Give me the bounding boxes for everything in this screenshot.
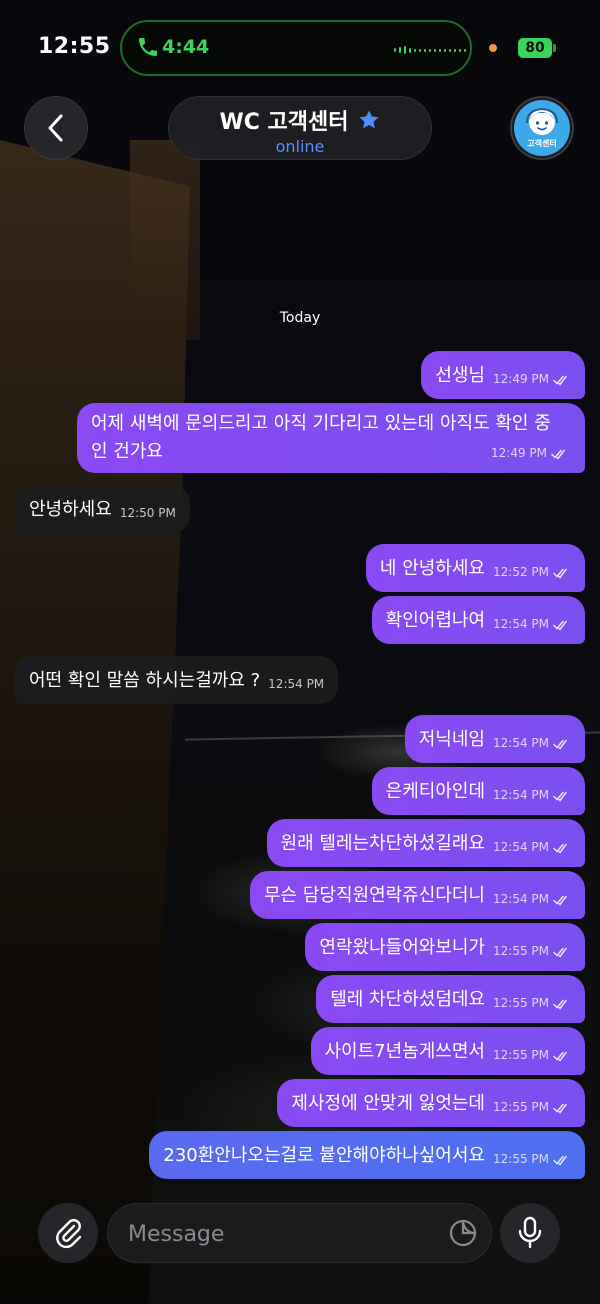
message-text: 무슨 담당직원연락쥬신다더니 bbox=[263, 885, 485, 906]
message-time: 12:54 PM bbox=[493, 610, 571, 638]
message-text: 제사정에 안맞게 잃엇는데 bbox=[291, 1093, 485, 1114]
back-button[interactable] bbox=[24, 96, 88, 160]
message-bubble[interactable]: 연락왔나들어와보니가 12:55 PM bbox=[305, 923, 585, 971]
message-bubble[interactable]: 제사정에 안맞게 잃엇는데 12:55 PM bbox=[277, 1079, 585, 1127]
read-checkmarks-icon bbox=[553, 1051, 567, 1062]
avatar[interactable]: 고객센터 bbox=[510, 96, 574, 160]
message-text: 확인어렵나여 bbox=[385, 610, 485, 631]
avatar-label: 고객센터 bbox=[527, 139, 557, 148]
message-time: 12:54 PM bbox=[493, 781, 571, 809]
message-bubble[interactable]: 확인어렵나여 12:54 PM bbox=[371, 596, 585, 644]
chat-title[interactable]: WC 고객센터 online bbox=[168, 96, 432, 160]
read-checkmarks-icon bbox=[553, 739, 567, 750]
microphone-icon bbox=[518, 1216, 542, 1249]
message-text: 230환안나오는걸로 븉안해야하나싶어서요 bbox=[163, 1145, 485, 1166]
active-call-indicator[interactable]: 4:44 bbox=[120, 20, 472, 76]
message-bubble[interactable]: 무슨 담당직원연락쥬신다더니 12:54 PM bbox=[249, 871, 585, 919]
message-time: 12:49 PM bbox=[491, 439, 569, 467]
paperclip-icon bbox=[56, 1219, 82, 1249]
read-checkmarks-icon bbox=[553, 999, 567, 1010]
message-time: 12:55 PM bbox=[493, 989, 571, 1017]
message-bubble[interactable]: 어떤 확인 말씀 하시는걸까요 ? 12:54 PM bbox=[15, 656, 339, 704]
message-text: 사이트7년놈게쓰면서 bbox=[324, 1041, 486, 1062]
date-separator: Today bbox=[279, 310, 321, 326]
message-bubble[interactable]: 사이트7년놈게쓰면서 12:55 PM bbox=[310, 1027, 585, 1075]
message-text: 은케티아인데 bbox=[385, 781, 485, 802]
voice-message-button[interactable] bbox=[500, 1203, 560, 1263]
sticker-icon[interactable] bbox=[448, 1218, 478, 1248]
read-checkmarks-icon bbox=[553, 1103, 567, 1114]
message-time: 12:55 PM bbox=[493, 1093, 571, 1121]
message-time: 12:55 PM bbox=[493, 1145, 571, 1173]
message-bubble[interactable]: 저닉네임 12:54 PM bbox=[404, 715, 585, 763]
read-checkmarks-icon bbox=[551, 449, 565, 460]
read-checkmarks-icon bbox=[553, 1155, 567, 1166]
message-time: 12:54 PM bbox=[493, 885, 571, 913]
read-checkmarks-icon bbox=[553, 568, 567, 579]
message-text: 연락왔나들어와보니가 bbox=[319, 937, 485, 958]
message-bubble[interactable]: 은케티아인데 12:54 PM bbox=[371, 767, 585, 815]
read-checkmarks-icon bbox=[553, 791, 567, 802]
message-input[interactable] bbox=[126, 1216, 430, 1252]
clock: 12:55 bbox=[38, 34, 111, 59]
chevron-left-icon bbox=[48, 114, 63, 142]
message-time: 12:54 PM bbox=[493, 833, 571, 861]
message-text: 선생님 bbox=[435, 365, 485, 386]
support-agent-icon: 고객센터 bbox=[514, 100, 570, 156]
message-time: 12:55 PM bbox=[493, 937, 571, 965]
battery-icon: 80 bbox=[518, 38, 552, 58]
audio-wave-icon bbox=[394, 46, 466, 54]
message-time: 12:52 PM bbox=[493, 558, 571, 586]
message-input-container[interactable] bbox=[107, 1203, 492, 1263]
message-bubble[interactable]: 네 안녕하세요 12:52 PM bbox=[365, 544, 585, 592]
message-text: 어떤 확인 말씀 하시는걸까요 ? bbox=[29, 670, 261, 691]
online-status: online bbox=[275, 137, 325, 156]
message-text: 원래 텔레는차단하셨길래요 bbox=[280, 833, 485, 854]
attach-button[interactable] bbox=[38, 1203, 98, 1263]
message-text: 저닉네임 bbox=[418, 729, 485, 750]
message-time: 12:49 PM bbox=[493, 365, 571, 393]
message-bubble[interactable]: 텔레 차단하셨덤데요 12:55 PM bbox=[316, 975, 585, 1023]
message-bubble[interactable]: 원래 텔레는차단하셨길래요 12:54 PM bbox=[266, 819, 585, 867]
status-bar: 12:55 4:44 80 bbox=[0, 0, 600, 96]
read-checkmarks-icon bbox=[553, 895, 567, 906]
message-time: 12:55 PM bbox=[493, 1041, 571, 1069]
phone-icon bbox=[139, 38, 157, 56]
message-time: 12:54 PM bbox=[493, 729, 571, 757]
message-text: 텔레 차단하셨덤데요 bbox=[330, 989, 485, 1010]
privacy-indicator-dot bbox=[489, 44, 497, 52]
message-text: 네 안녕하세요 bbox=[379, 558, 485, 579]
message-time: 12:54 PM bbox=[268, 677, 325, 691]
read-checkmarks-icon bbox=[553, 375, 567, 386]
message-text: 안녕하세요 bbox=[29, 499, 112, 520]
chat-name: WC 고객센터 bbox=[219, 110, 349, 135]
message-time: 12:50 PM bbox=[119, 506, 176, 520]
message-bubble[interactable]: 선생님 12:49 PM bbox=[421, 351, 585, 399]
message-bubble[interactable]: 안녕하세요 12:50 PM bbox=[15, 485, 190, 533]
message-bubble[interactable]: 230환안나오는걸로 븉안해야하나싶어서요 12:55 PM bbox=[149, 1131, 585, 1179]
read-checkmarks-icon bbox=[553, 843, 567, 854]
battery-level: 80 bbox=[525, 40, 545, 56]
star-icon bbox=[359, 110, 379, 129]
call-duration: 4:44 bbox=[162, 36, 210, 58]
read-checkmarks-icon bbox=[553, 947, 567, 958]
message-bubble[interactable]: 어제 새벽에 문의드리고 아직 기다리고 있는데 아직도 확인 중인 건가요 1… bbox=[77, 403, 585, 473]
read-checkmarks-icon bbox=[553, 620, 567, 631]
